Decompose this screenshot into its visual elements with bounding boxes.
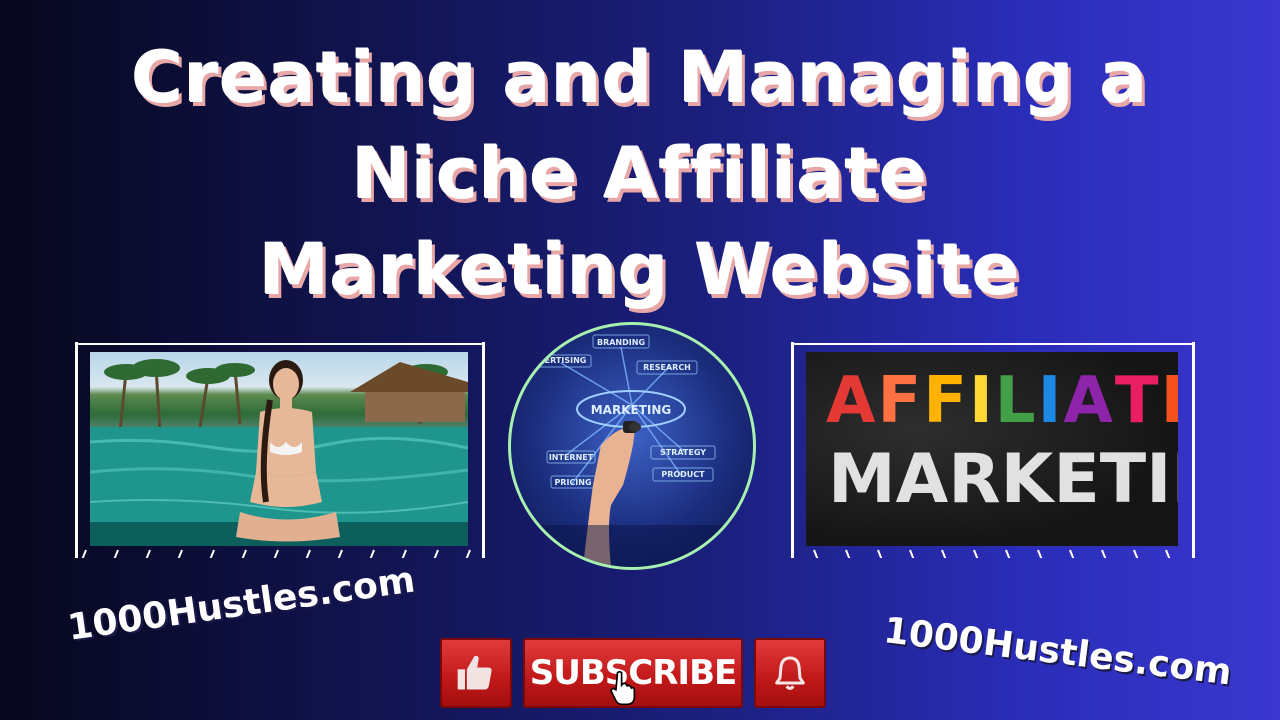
frame-top-stripes (78, 343, 482, 345)
label-branding: BRANDING (597, 338, 645, 347)
chalkboard-photo-frame: AFFILIATE MARKETING (791, 342, 1195, 558)
title-line-1: Creating and Managing a (131, 37, 1149, 119)
affiliate-letter: F (877, 364, 924, 438)
pool-scene (90, 359, 468, 546)
subscribe-button[interactable]: SUBSCRIBE (523, 638, 743, 708)
cursor-hand-icon (610, 670, 636, 706)
pool-photo-frame (75, 342, 485, 558)
marketing-circle-image: MARKETING BRANDING ADVERTISING RESEARCH … (508, 322, 756, 570)
thumbs-up-icon (457, 655, 492, 690)
label-advertising: ADVERTISING (526, 356, 587, 365)
affiliate-letter: I (1037, 364, 1064, 438)
affiliate-letter: F (923, 364, 969, 438)
title-line-2: Niche Affiliate (352, 133, 928, 215)
frame-bottom-stripes (813, 549, 1171, 558)
frame-top-stripes (794, 343, 1192, 345)
label-internet: INTERNET (549, 453, 594, 462)
like-button[interactable] (440, 638, 512, 708)
bell-icon (775, 656, 805, 690)
affiliate-letter: I (968, 364, 995, 438)
label-marketing: MARKETING (591, 403, 672, 417)
title-line-3: Marketing Website (259, 229, 1021, 311)
label-strategy: STRATEGY (660, 448, 706, 457)
affiliate-letter: L (994, 364, 1038, 438)
affiliate-word: AFFILIATE (826, 364, 1178, 438)
domain-label-right: 1000Hustles.com (881, 610, 1234, 694)
notification-bell-button[interactable] (754, 638, 826, 708)
label-research: RESEARCH (643, 363, 691, 372)
affiliate-letter: E (1161, 364, 1178, 438)
label-product: PRODUCT (661, 470, 705, 479)
chalkboard-photo: AFFILIATE MARKETING (806, 352, 1178, 546)
domain-label-left: 1000Hustles.com (65, 559, 418, 649)
marketing-diagram: MARKETING BRANDING ADVERTISING RESEARCH … (511, 334, 753, 567)
affiliate-letter: A (826, 364, 878, 438)
affiliate-letters: AFFILIATE (826, 364, 1178, 438)
pool-photo (90, 352, 468, 546)
affiliate-letter: A (1063, 364, 1115, 438)
thumbnail-title: Creating and Managing a Niche Affiliate … (0, 30, 1280, 318)
frame-bottom-stripes (81, 549, 471, 558)
affiliate-letter: T (1114, 364, 1161, 438)
label-pricing: PRICING (554, 478, 591, 487)
marketing-word: MARKETING (828, 440, 1178, 519)
